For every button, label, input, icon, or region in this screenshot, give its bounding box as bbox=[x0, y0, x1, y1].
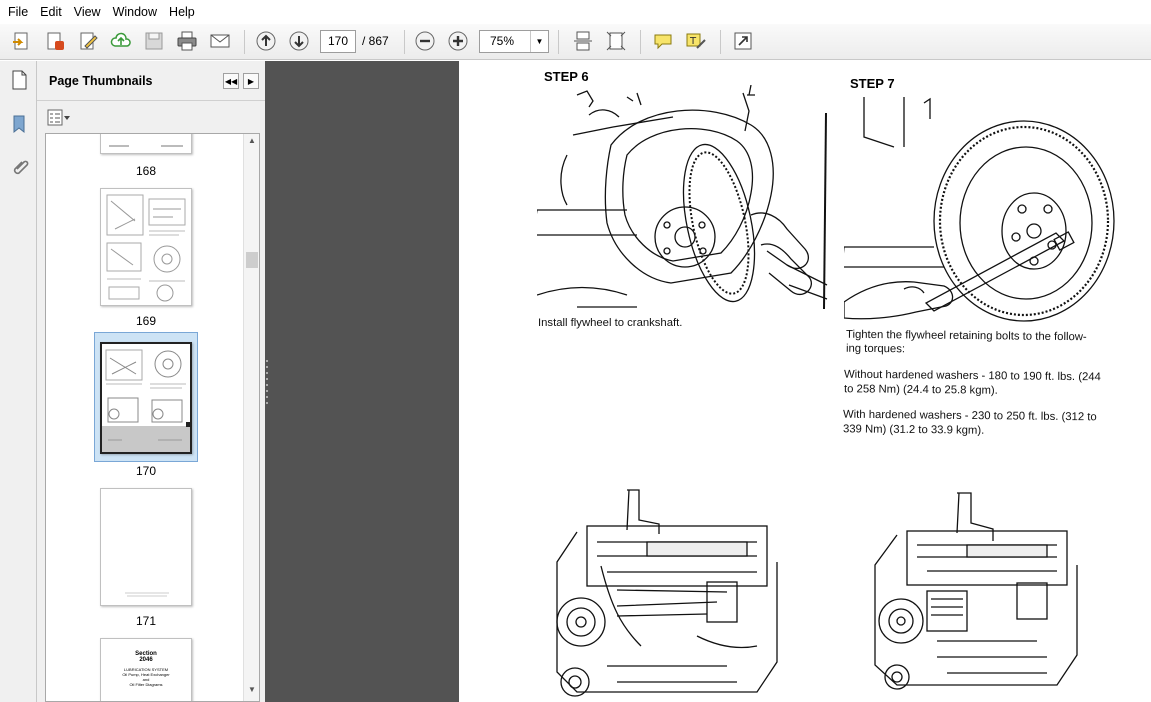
flywheel-install-illustration bbox=[537, 85, 828, 308]
zoom-out-icon[interactable] bbox=[412, 28, 438, 54]
engine-illustration-right bbox=[874, 492, 1078, 690]
document-page[interactable]: STEP 6 Install flywheel to crankshaft. S… bbox=[459, 61, 1151, 702]
with-washers-line2: 339 Nm) (31.2 to 33.9 kgm). bbox=[842, 423, 985, 437]
page-total: / 867 bbox=[362, 34, 389, 48]
page-thumbnail-170[interactable] bbox=[100, 342, 192, 454]
panel-title: Page Thumbnails bbox=[49, 74, 153, 88]
navigation-strip bbox=[0, 61, 37, 702]
page-thumbnail-172[interactable]: Section 2046 LUBRICATION SYSTEM Oil Pump… bbox=[100, 638, 192, 701]
zoom-value: 75% bbox=[490, 34, 515, 48]
step7-title: STEP 7 bbox=[850, 76, 895, 91]
email-icon[interactable] bbox=[207, 28, 233, 54]
previous-page-icon[interactable] bbox=[253, 28, 279, 54]
bookmarks-icon[interactable] bbox=[6, 111, 32, 137]
attachment-icon[interactable] bbox=[6, 155, 32, 181]
menu-window[interactable]: Window bbox=[107, 0, 163, 24]
zoom-in-icon[interactable] bbox=[445, 28, 471, 54]
convert-pdf-icon[interactable] bbox=[42, 28, 68, 54]
print-icon[interactable] bbox=[174, 28, 200, 54]
scrollbar-thumb[interactable] bbox=[246, 252, 258, 268]
scroll-up-icon[interactable]: ▲ bbox=[244, 136, 259, 150]
comment-icon[interactable] bbox=[650, 28, 676, 54]
next-panel-icon[interactable]: ▶ bbox=[243, 73, 259, 89]
thumbnail-label-171: 171 bbox=[135, 614, 157, 628]
menu-edit[interactable]: Edit bbox=[34, 0, 68, 24]
scroll-down-icon[interactable]: ▼ bbox=[244, 685, 259, 699]
page-thumbnail-169[interactable] bbox=[100, 188, 192, 306]
page-thumbnails-icon[interactable] bbox=[6, 67, 32, 93]
thumbnail-options-icon[interactable] bbox=[47, 109, 71, 127]
step-divider bbox=[823, 113, 827, 310]
step6-caption: Install flywheel to crankshaft. bbox=[538, 317, 683, 329]
thumbnail-section-number: 2046 bbox=[139, 657, 153, 663]
engine-illustration-left bbox=[556, 489, 778, 697]
toolbar: 170 / 867 75% ▼ T bbox=[0, 24, 1151, 60]
thumbnail-scrollbar[interactable]: ▲ ▼ bbox=[243, 134, 259, 701]
panel-splitter[interactable] bbox=[265, 360, 269, 408]
page-number-input[interactable]: 170 bbox=[320, 30, 356, 53]
document-background bbox=[265, 61, 459, 702]
thumbnail-label-168: 168 bbox=[135, 164, 157, 178]
highlight-text-icon[interactable]: T bbox=[683, 28, 709, 54]
panel-header: Page Thumbnails ◀◀ ▶ bbox=[37, 61, 265, 101]
zoom-select[interactable]: 75% ▼ bbox=[479, 30, 549, 53]
fit-page-icon[interactable] bbox=[603, 28, 629, 54]
collapse-panel-icon[interactable]: ◀◀ bbox=[223, 73, 239, 89]
thumbnail-label-169: 169 bbox=[135, 314, 157, 328]
thumbnails-panel: Page Thumbnails ◀◀ ▶ 168 169 170 171 Sec… bbox=[37, 61, 265, 702]
step6-title: STEP 6 bbox=[544, 69, 589, 84]
thumbnail-list[interactable]: 168 169 170 171 Section 2046 LUBRICATION… bbox=[45, 133, 260, 702]
save-icon[interactable] bbox=[141, 28, 167, 54]
scrolling-mode-icon[interactable] bbox=[570, 28, 596, 54]
svg-text:T: T bbox=[689, 36, 697, 47]
menu-help[interactable]: Help bbox=[163, 0, 201, 24]
thumbnail-line: Oil Filter Diagrams bbox=[129, 682, 163, 687]
upload-cloud-icon[interactable] bbox=[108, 28, 134, 54]
chevron-down-icon[interactable]: ▼ bbox=[530, 31, 548, 52]
next-page-icon[interactable] bbox=[286, 28, 312, 54]
thumbnail-label-170: 170 bbox=[135, 464, 157, 478]
expand-icon[interactable] bbox=[730, 28, 756, 54]
step7-caption-line2: ing torques: bbox=[845, 342, 906, 356]
without-washers-line2: to 258 Nm) (24.4 to 25.8 kgm). bbox=[843, 383, 998, 397]
create-pdf-icon[interactable] bbox=[9, 28, 35, 54]
menu-view[interactable]: View bbox=[68, 0, 107, 24]
edit-pdf-icon[interactable] bbox=[75, 28, 101, 54]
flywheel-torque-illustration bbox=[844, 97, 1115, 322]
menu-file[interactable]: File bbox=[2, 0, 34, 24]
page-thumbnail-168[interactable] bbox=[100, 134, 192, 154]
menu-bar: File Edit View Window Help bbox=[0, 0, 1151, 24]
page-thumbnail-171[interactable] bbox=[100, 488, 192, 606]
